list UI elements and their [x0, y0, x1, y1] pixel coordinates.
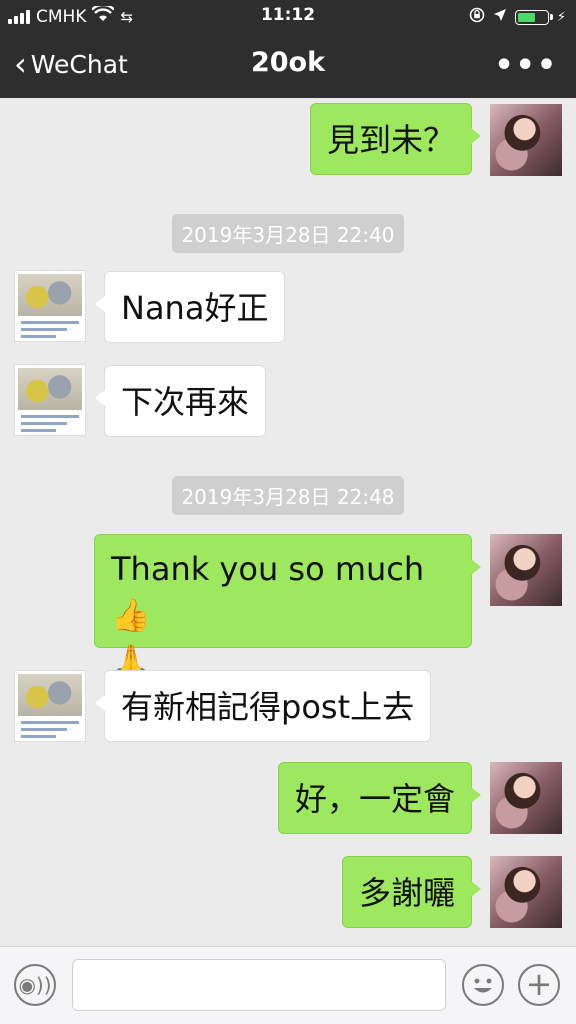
message-bubble-received[interactable]: Nana好正 — [94, 271, 286, 343]
top-bar: CMHK ⇆ 11:12 ⚡ ‹ WeChat 20ok ••• — [0, 0, 576, 98]
message-text: 見到未？ — [326, 121, 455, 159]
charging-icon: ⚡ — [556, 9, 566, 25]
contact-avatar[interactable] — [14, 270, 86, 342]
my-avatar[interactable] — [490, 762, 562, 834]
message-bubble-received[interactable]: 有新相記得post上去 — [94, 670, 432, 742]
message-text: 好，一定會 — [294, 780, 455, 818]
plus-icon[interactable]: + — [518, 964, 560, 1006]
message-bubble-sent[interactable]: 多謝曬 — [341, 856, 482, 928]
status-bar: CMHK ⇆ 11:12 ⚡ — [0, 0, 576, 32]
chat-area[interactable]: 見到未？ 2019年3月28日 22:40 Nana好正 下次再來 2019年3… — [0, 98, 576, 946]
message-text: 下次再來 — [121, 383, 250, 421]
contact-avatar[interactable] — [14, 364, 86, 436]
emoji-icon[interactable] — [462, 964, 504, 1006]
message-bubble-sent[interactable]: Thank you so much 👍 🙏 — [94, 534, 481, 680]
message-bubble-received[interactable]: 下次再來 — [94, 365, 267, 437]
message-bubble-sent[interactable]: 好，一定會 — [277, 762, 482, 834]
message-text: 多謝曬 — [358, 874, 455, 912]
message-bubble-sent[interactable]: 見到未？ — [309, 103, 482, 175]
nav-bar: ‹ WeChat 20ok ••• — [0, 36, 576, 96]
thumbs-up-emoji: 👍 — [111, 596, 151, 634]
battery-icon — [514, 9, 553, 25]
message-text: Nana好正 — [121, 289, 269, 327]
contact-avatar[interactable] — [14, 670, 86, 742]
timestamp-label: 2019年3月28日 22:48 — [172, 476, 404, 515]
timestamp: 2019年3月28日 22:40 — [0, 214, 576, 253]
message-text: Thank you so much — [111, 550, 425, 588]
my-avatar[interactable] — [490, 104, 562, 176]
chat-title: 20ok — [250, 47, 326, 78]
location-icon — [493, 8, 507, 26]
message-text: 有新相記得post上去 — [121, 688, 415, 726]
voice-icon[interactable]: ◉)) — [14, 964, 56, 1006]
my-avatar[interactable] — [490, 534, 562, 606]
input-bar: ◉)) + — [0, 946, 576, 1024]
my-avatar[interactable] — [490, 856, 562, 928]
timestamp-label: 2019年3月28日 22:40 — [172, 214, 404, 253]
lock-rotation-icon — [469, 7, 485, 27]
timestamp: 2019年3月28日 22:48 — [0, 476, 576, 515]
message-input[interactable] — [72, 959, 446, 1011]
more-icon[interactable]: ••• — [494, 48, 558, 83]
